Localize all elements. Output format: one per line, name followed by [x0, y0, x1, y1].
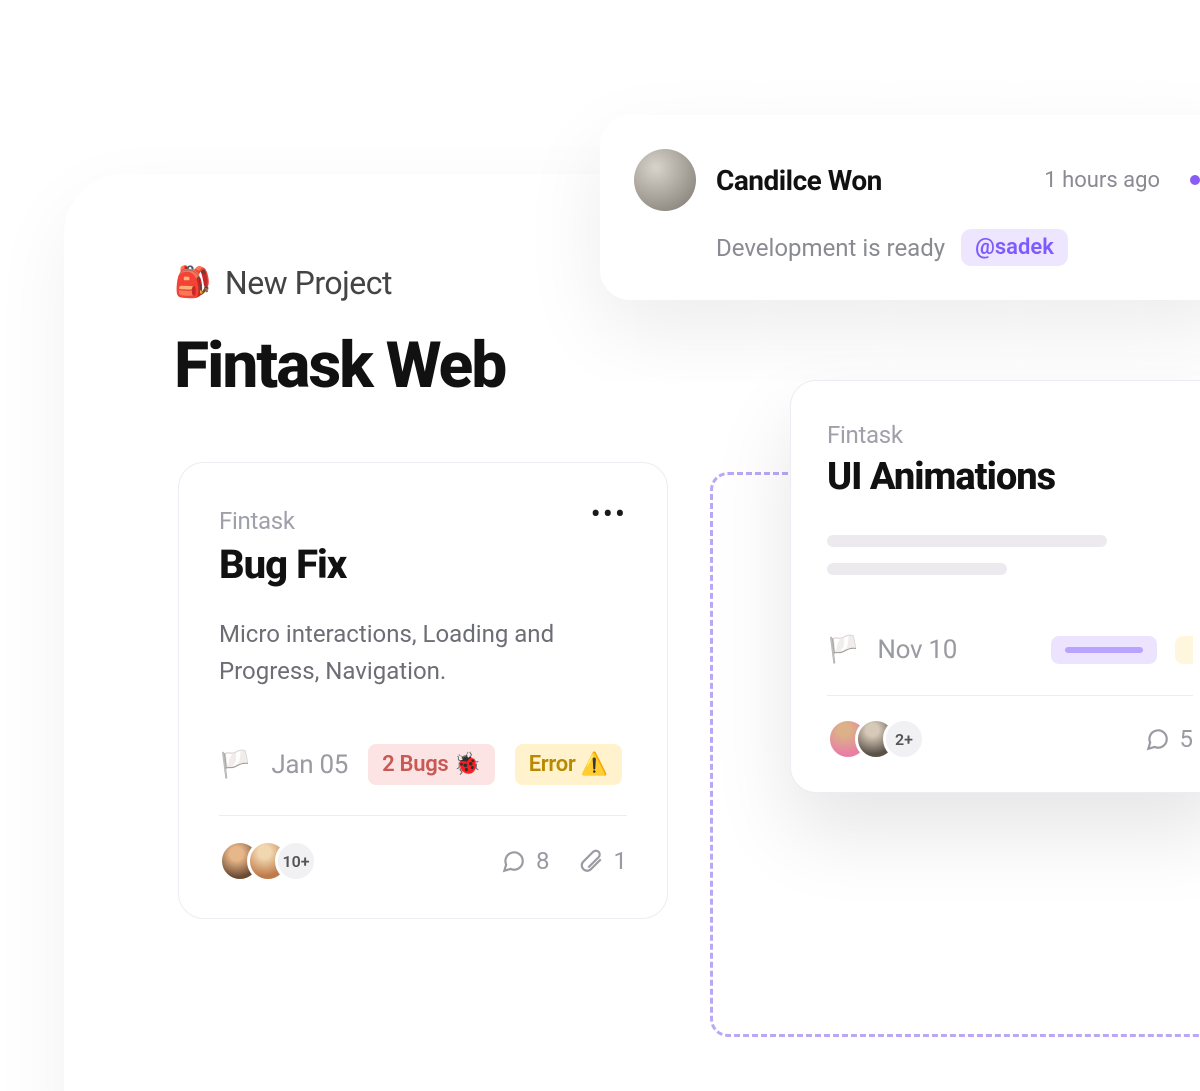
- project-badge-text: New Project: [225, 264, 392, 302]
- more-icon[interactable]: •••: [591, 507, 627, 522]
- task-description: Micro interactions, Loading and Progress…: [219, 616, 627, 690]
- task-title: Bug Fix: [219, 541, 346, 588]
- comment-icon: [500, 848, 526, 874]
- unread-dot-icon: [1190, 175, 1200, 185]
- flag-icon: 🏳️: [219, 752, 251, 778]
- chip-skeleton: [1051, 636, 1157, 664]
- avatar-overflow: 10+: [275, 840, 317, 882]
- comments-count[interactable]: 8: [500, 847, 550, 875]
- task-title: UI Animations: [827, 455, 1193, 499]
- avatar-stack[interactable]: 10+: [219, 840, 317, 882]
- comments-value: 8: [536, 847, 550, 875]
- comments-value: 5: [1180, 725, 1194, 753]
- task-project-label: Fintask: [827, 421, 1193, 449]
- task-card-ui-animations[interactable]: Fintask UI Animations 🏳️ Nov 10 2+ 5: [790, 380, 1200, 793]
- chip-partial: [1175, 636, 1193, 664]
- mention-chip[interactable]: @sadek: [961, 229, 1068, 266]
- chip-bugs[interactable]: 2 Bugs 🐞: [368, 744, 495, 785]
- flag-icon: 🏳️: [827, 637, 859, 663]
- divider: [219, 815, 627, 816]
- chip-error[interactable]: Error ⚠️: [515, 744, 622, 785]
- notification-time: 1 hours ago: [1044, 168, 1160, 193]
- attachments-value: 1: [614, 847, 628, 875]
- task-due-date: Nov 10: [877, 635, 957, 665]
- skeleton-line: [827, 535, 1107, 547]
- comments-count[interactable]: 5: [1144, 725, 1194, 753]
- avatar-overflow: 2+: [883, 718, 925, 760]
- notification-author: Candilce Won: [716, 164, 1024, 197]
- attachment-icon: [578, 848, 604, 874]
- task-due-date: Jan 05: [271, 750, 348, 780]
- divider: [827, 695, 1193, 696]
- avatar-stack[interactable]: 2+: [827, 718, 925, 760]
- comment-icon: [1144, 726, 1170, 752]
- task-project-label: Fintask: [219, 507, 346, 535]
- avatar: [634, 149, 696, 211]
- attachments-count[interactable]: 1: [578, 847, 628, 875]
- task-card-bug-fix[interactable]: Fintask Bug Fix ••• Micro interactions, …: [178, 462, 668, 919]
- backpack-icon: 🎒: [174, 268, 211, 298]
- notification-toast[interactable]: Candilce Won 1 hours ago Development is …: [600, 115, 1200, 300]
- notification-message: Development is ready: [716, 234, 945, 262]
- skeleton-line: [827, 563, 1007, 575]
